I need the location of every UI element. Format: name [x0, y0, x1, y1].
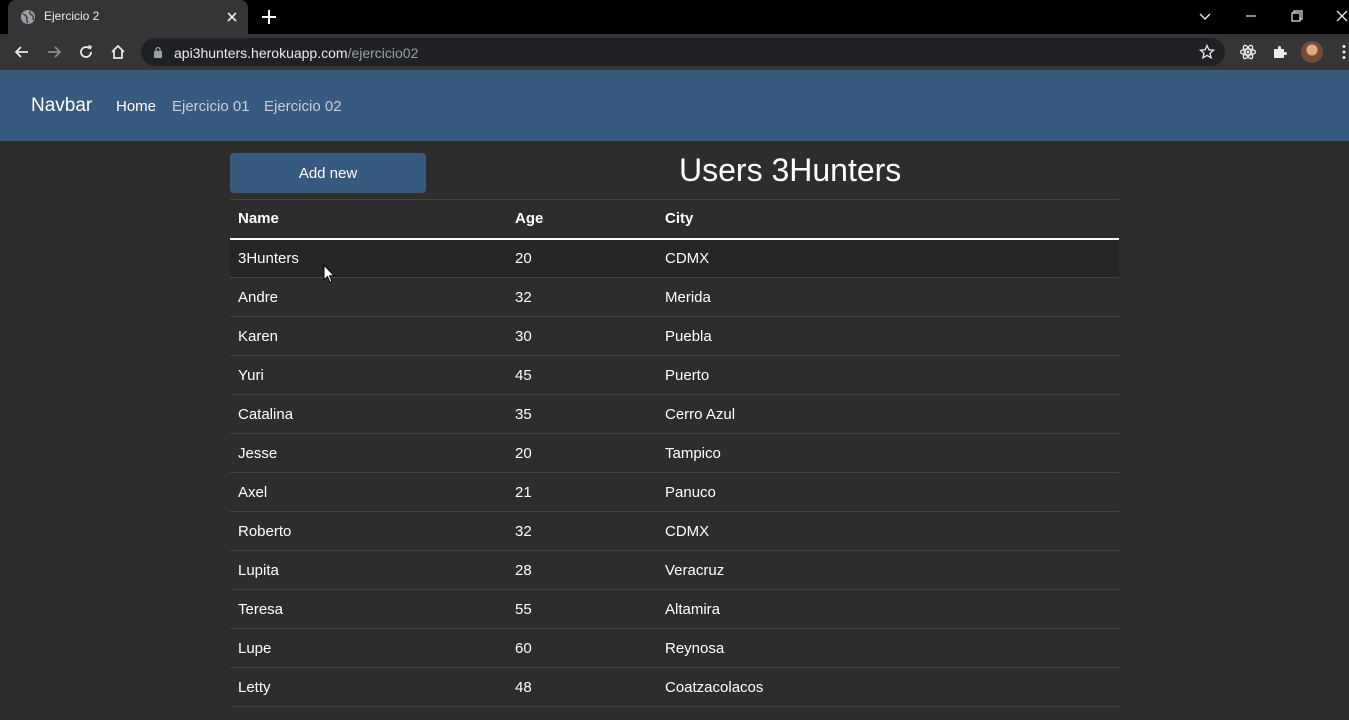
browser-tab-strip: Ejercicio 2	[0, 0, 1349, 34]
cell-name: Letty	[230, 667, 507, 707]
cell-name: Yuri	[230, 355, 507, 395]
tab-title: Ejercicio 2	[44, 9, 100, 23]
table-row[interactable]: Lupita 28 Veracruz	[230, 550, 1119, 590]
url-text: api3hunters.herokuapp.com/ejercicio02	[174, 45, 418, 61]
restore-icon[interactable]	[1289, 8, 1305, 24]
cell-city: Cerro Azul	[657, 394, 1119, 434]
browser-tab[interactable]: Ejercicio 2	[8, 0, 248, 34]
extensions-puzzle-icon[interactable]	[1271, 43, 1289, 61]
back-icon[interactable]	[13, 43, 31, 61]
lock-icon[interactable]	[153, 46, 163, 58]
close-tab-icon[interactable]	[224, 9, 240, 25]
forward-icon[interactable]	[45, 43, 63, 61]
cell-age: 32	[507, 277, 657, 317]
cell-age: 28	[507, 550, 657, 590]
nav-link-ejercicio-02[interactable]: Ejercicio 02	[264, 98, 342, 115]
cell-age: 45	[507, 355, 657, 395]
column-header-name: Name	[230, 199, 507, 240]
url-path: /ejercicio02	[347, 45, 419, 61]
cell-name: Axel	[230, 472, 507, 512]
cell-age: 48	[507, 667, 657, 707]
table-row[interactable]: Andre 32 Merida	[230, 277, 1119, 317]
close-window-icon[interactable]	[1334, 8, 1349, 24]
cell-city: Coatzacolacos	[657, 667, 1119, 707]
table-header-row: Name Age City	[230, 199, 1119, 240]
address-bar[interactable]: api3hunters.herokuapp.com/ejercicio02	[141, 38, 1225, 66]
cell-name: Karen	[230, 316, 507, 356]
cell-city: Panuco	[657, 472, 1119, 512]
bookmark-star-icon[interactable]	[1199, 44, 1215, 60]
table-row[interactable]: Yuri 45 Puerto	[230, 355, 1119, 395]
cell-age: 21	[507, 472, 657, 512]
page-title: Users 3Hunters	[679, 152, 902, 188]
users-table: Name Age City 3Hunters 20 CDMX Andre 32 …	[230, 199, 1119, 707]
table-row[interactable]: Letty 48 Coatzacolacos	[230, 667, 1119, 707]
url-host: api3hunters.herokuapp.com	[174, 45, 348, 61]
minimize-icon[interactable]	[1243, 8, 1259, 24]
column-header-city: City	[657, 199, 1119, 240]
cell-name: Roberto	[230, 511, 507, 551]
new-tab-icon[interactable]	[260, 8, 278, 26]
nav-link-home[interactable]: Home	[116, 98, 156, 115]
table-row[interactable]: Catalina 35 Cerro Azul	[230, 394, 1119, 434]
kebab-menu-icon[interactable]	[1335, 43, 1349, 61]
cell-city: Altamira	[657, 589, 1119, 629]
cell-age: 20	[507, 433, 657, 473]
cell-name: Catalina	[230, 394, 507, 434]
table-row[interactable]: 3Hunters 20 CDMX	[230, 238, 1119, 278]
cell-city: Tampico	[657, 433, 1119, 473]
cell-name: Jesse	[230, 433, 507, 473]
cell-city: Reynosa	[657, 628, 1119, 668]
mouse-pointer-icon	[323, 264, 335, 284]
cell-name: Andre	[230, 277, 507, 317]
table-row[interactable]: Teresa 55 Altamira	[230, 589, 1119, 629]
cell-age: 60	[507, 628, 657, 668]
cell-name: Lupita	[230, 550, 507, 590]
table-row[interactable]: Axel 21 Panuco	[230, 472, 1119, 512]
cell-age: 20	[507, 238, 657, 278]
navbar: Navbar Home Ejercicio 01 Ejercicio 02	[0, 70, 1349, 141]
nav-link-ejercicio-01[interactable]: Ejercicio 01	[172, 98, 250, 115]
cell-city: CDMX	[657, 238, 1119, 278]
reload-icon[interactable]	[77, 43, 95, 61]
cell-city: Puerto	[657, 355, 1119, 395]
cell-name: 3Hunters	[230, 238, 507, 278]
table-row[interactable]: Jesse 20 Tampico	[230, 433, 1119, 473]
cell-city: Puebla	[657, 316, 1119, 356]
cell-name: Lupe	[230, 628, 507, 668]
add-new-button[interactable]: Add new	[230, 153, 426, 193]
cell-name: Teresa	[230, 589, 507, 629]
cell-age: 55	[507, 589, 657, 629]
cell-age: 30	[507, 316, 657, 356]
tab-search-icon[interactable]	[1197, 8, 1213, 24]
navbar-brand[interactable]: Navbar	[31, 95, 92, 117]
globe-icon	[21, 10, 35, 24]
cell-age: 35	[507, 394, 657, 434]
cell-city: CDMX	[657, 511, 1119, 551]
cell-age: 32	[507, 511, 657, 551]
table-row[interactable]: Lupe 60 Reynosa	[230, 628, 1119, 668]
column-header-age: Age	[507, 199, 657, 240]
home-icon[interactable]	[109, 43, 127, 61]
cell-city: Veracruz	[657, 550, 1119, 590]
table-row[interactable]: Roberto 32 CDMX	[230, 511, 1119, 551]
table-row[interactable]: Karen 30 Puebla	[230, 316, 1119, 356]
react-devtools-icon[interactable]	[1239, 43, 1257, 61]
profile-avatar[interactable]	[1301, 41, 1323, 63]
cell-city: Merida	[657, 277, 1119, 317]
browser-toolbar: api3hunters.herokuapp.com/ejercicio02	[0, 34, 1349, 70]
